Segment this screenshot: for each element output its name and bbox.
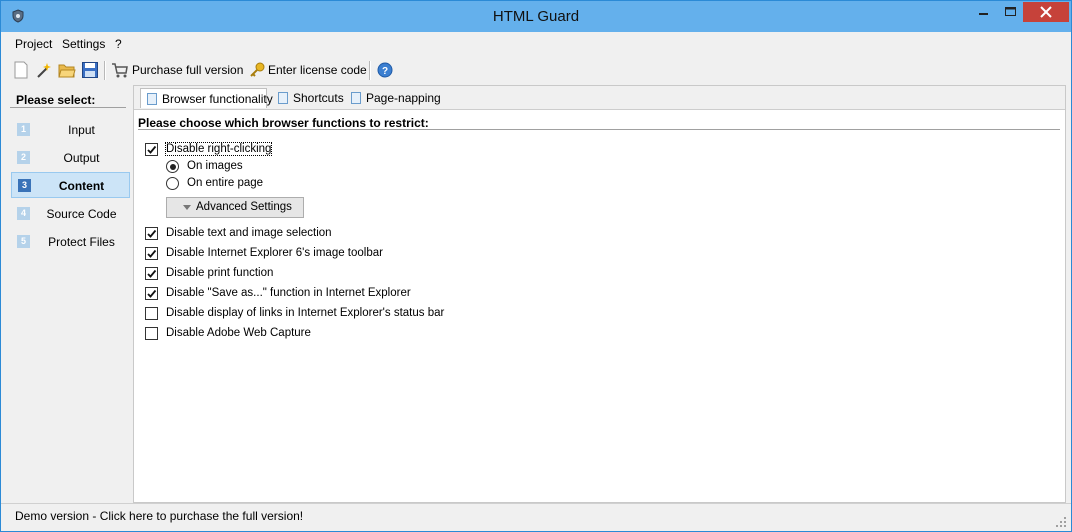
checkbox-save-as[interactable] bbox=[145, 287, 158, 300]
option-label[interactable]: Disable display of links in Internet Exp… bbox=[166, 307, 444, 319]
step-number-badge: 4 bbox=[17, 207, 30, 220]
toolbar-separator bbox=[369, 61, 371, 80]
step-sidebar: Please select: 1 Input 2 Output 3 Conten… bbox=[10, 88, 131, 500]
check-icon bbox=[147, 145, 157, 154]
tab-strip: Browser functionality Shortcuts Page-nap… bbox=[134, 86, 1065, 110]
step-number-badge: 3 bbox=[18, 179, 31, 192]
maximize-button[interactable] bbox=[997, 2, 1024, 22]
title-bar: HTML Guard bbox=[1, 1, 1071, 32]
option-label[interactable]: Disable Adobe Web Capture bbox=[166, 327, 311, 339]
triangle-down-icon bbox=[183, 205, 191, 210]
radio-entire-page[interactable] bbox=[166, 177, 179, 190]
radio-on-images-label[interactable]: On images bbox=[187, 160, 243, 172]
menu-project[interactable]: Project bbox=[15, 37, 52, 51]
sidebar-item-output[interactable]: 2 Output bbox=[11, 145, 130, 171]
page-icon bbox=[351, 92, 361, 104]
toolbar: Purchase full version Enter license code… bbox=[1, 57, 1071, 84]
resize-grip-icon[interactable] bbox=[1055, 516, 1067, 528]
step-number-badge: 2 bbox=[17, 151, 30, 164]
key-icon[interactable] bbox=[248, 61, 266, 79]
app-window: HTML Guard Project Settings ? Purchase f… bbox=[0, 0, 1072, 532]
help-icon[interactable]: ? bbox=[376, 61, 394, 79]
sidebar-title: Please select: bbox=[16, 93, 96, 107]
new-file-icon[interactable] bbox=[13, 61, 29, 79]
option-label[interactable]: Disable "Save as..." function in Interne… bbox=[166, 287, 411, 299]
sidebar-item-source-code[interactable]: 4 Source Code bbox=[11, 201, 130, 227]
license-button[interactable]: Enter license code bbox=[268, 63, 367, 77]
sidebar-item-content[interactable]: 3 Content bbox=[11, 172, 130, 198]
checkbox-ie6-toolbar[interactable] bbox=[145, 247, 158, 260]
menu-settings[interactable]: Settings bbox=[62, 37, 105, 51]
menu-bar: Project Settings ? bbox=[1, 33, 1071, 56]
tab-label: Shortcuts bbox=[293, 91, 344, 105]
section-divider bbox=[138, 129, 1060, 130]
advanced-settings-label: Advanced Settings bbox=[196, 201, 292, 213]
checkbox-adobe-capture[interactable] bbox=[145, 327, 158, 340]
toolbar-separator bbox=[104, 61, 106, 80]
demo-version-link[interactable]: Demo version - Click here to purchase th… bbox=[15, 509, 303, 523]
tab-shortcuts[interactable]: Shortcuts bbox=[272, 88, 344, 108]
sidebar-item-label: Content bbox=[58, 179, 105, 193]
sidebar-item-label: Output bbox=[63, 151, 100, 165]
status-bar: Demo version - Click here to purchase th… bbox=[1, 503, 1071, 530]
check-icon bbox=[147, 249, 157, 258]
close-icon bbox=[1040, 6, 1052, 18]
step-number-badge: 1 bbox=[17, 123, 30, 136]
checkbox-right-click[interactable] bbox=[145, 143, 158, 156]
radio-dot bbox=[169, 163, 176, 170]
option-label[interactable]: Disable Internet Explorer 6's image tool… bbox=[166, 247, 383, 259]
section-heading: Please choose which browser functions to… bbox=[138, 116, 429, 130]
step-number-badge: 5 bbox=[17, 235, 30, 248]
sidebar-item-label: Source Code bbox=[46, 207, 117, 221]
sidebar-item-input[interactable]: 1 Input bbox=[11, 117, 130, 143]
cart-icon[interactable] bbox=[111, 61, 129, 79]
save-icon[interactable] bbox=[81, 61, 99, 79]
tab-label: Browser functionality bbox=[162, 92, 273, 106]
tab-page-napping[interactable]: Page-napping bbox=[345, 88, 441, 108]
checkbox-text-selection[interactable] bbox=[145, 227, 158, 240]
wizard-icon[interactable] bbox=[35, 61, 53, 79]
option-label[interactable]: Disable text and image selection bbox=[166, 227, 332, 239]
close-button[interactable] bbox=[1023, 2, 1069, 22]
svg-text:?: ? bbox=[382, 66, 388, 77]
check-icon bbox=[147, 229, 157, 238]
advanced-settings-button[interactable]: Advanced Settings bbox=[166, 197, 304, 218]
radio-on-images[interactable] bbox=[166, 160, 179, 173]
minimize-button[interactable] bbox=[970, 2, 997, 22]
purchase-button[interactable]: Purchase full version bbox=[132, 63, 243, 77]
content-panel: Browser functionality Shortcuts Page-nap… bbox=[133, 85, 1066, 503]
window-title: HTML Guard bbox=[492, 8, 580, 25]
check-icon bbox=[147, 269, 157, 278]
option-label[interactable]: Disable print function bbox=[166, 267, 273, 279]
tab-label: Page-napping bbox=[366, 91, 441, 105]
sidebar-item-protect-files[interactable]: 5 Protect Files bbox=[11, 229, 130, 255]
sidebar-item-label: Protect Files bbox=[48, 235, 115, 249]
right-click-label[interactable]: Disable right-clicking bbox=[164, 142, 273, 156]
radio-entire-page-label[interactable]: On entire page bbox=[187, 177, 263, 189]
checkbox-status-bar-links[interactable] bbox=[145, 307, 158, 320]
check-icon bbox=[147, 289, 157, 298]
page-icon bbox=[278, 92, 288, 104]
tab-browser-functionality[interactable]: Browser functionality bbox=[140, 88, 273, 108]
checkbox-print[interactable] bbox=[145, 267, 158, 280]
menu-help[interactable]: ? bbox=[115, 37, 122, 51]
sidebar-item-label: Input bbox=[68, 123, 95, 137]
open-folder-icon[interactable] bbox=[58, 61, 76, 79]
page-icon bbox=[147, 93, 157, 105]
sidebar-divider bbox=[10, 107, 126, 108]
